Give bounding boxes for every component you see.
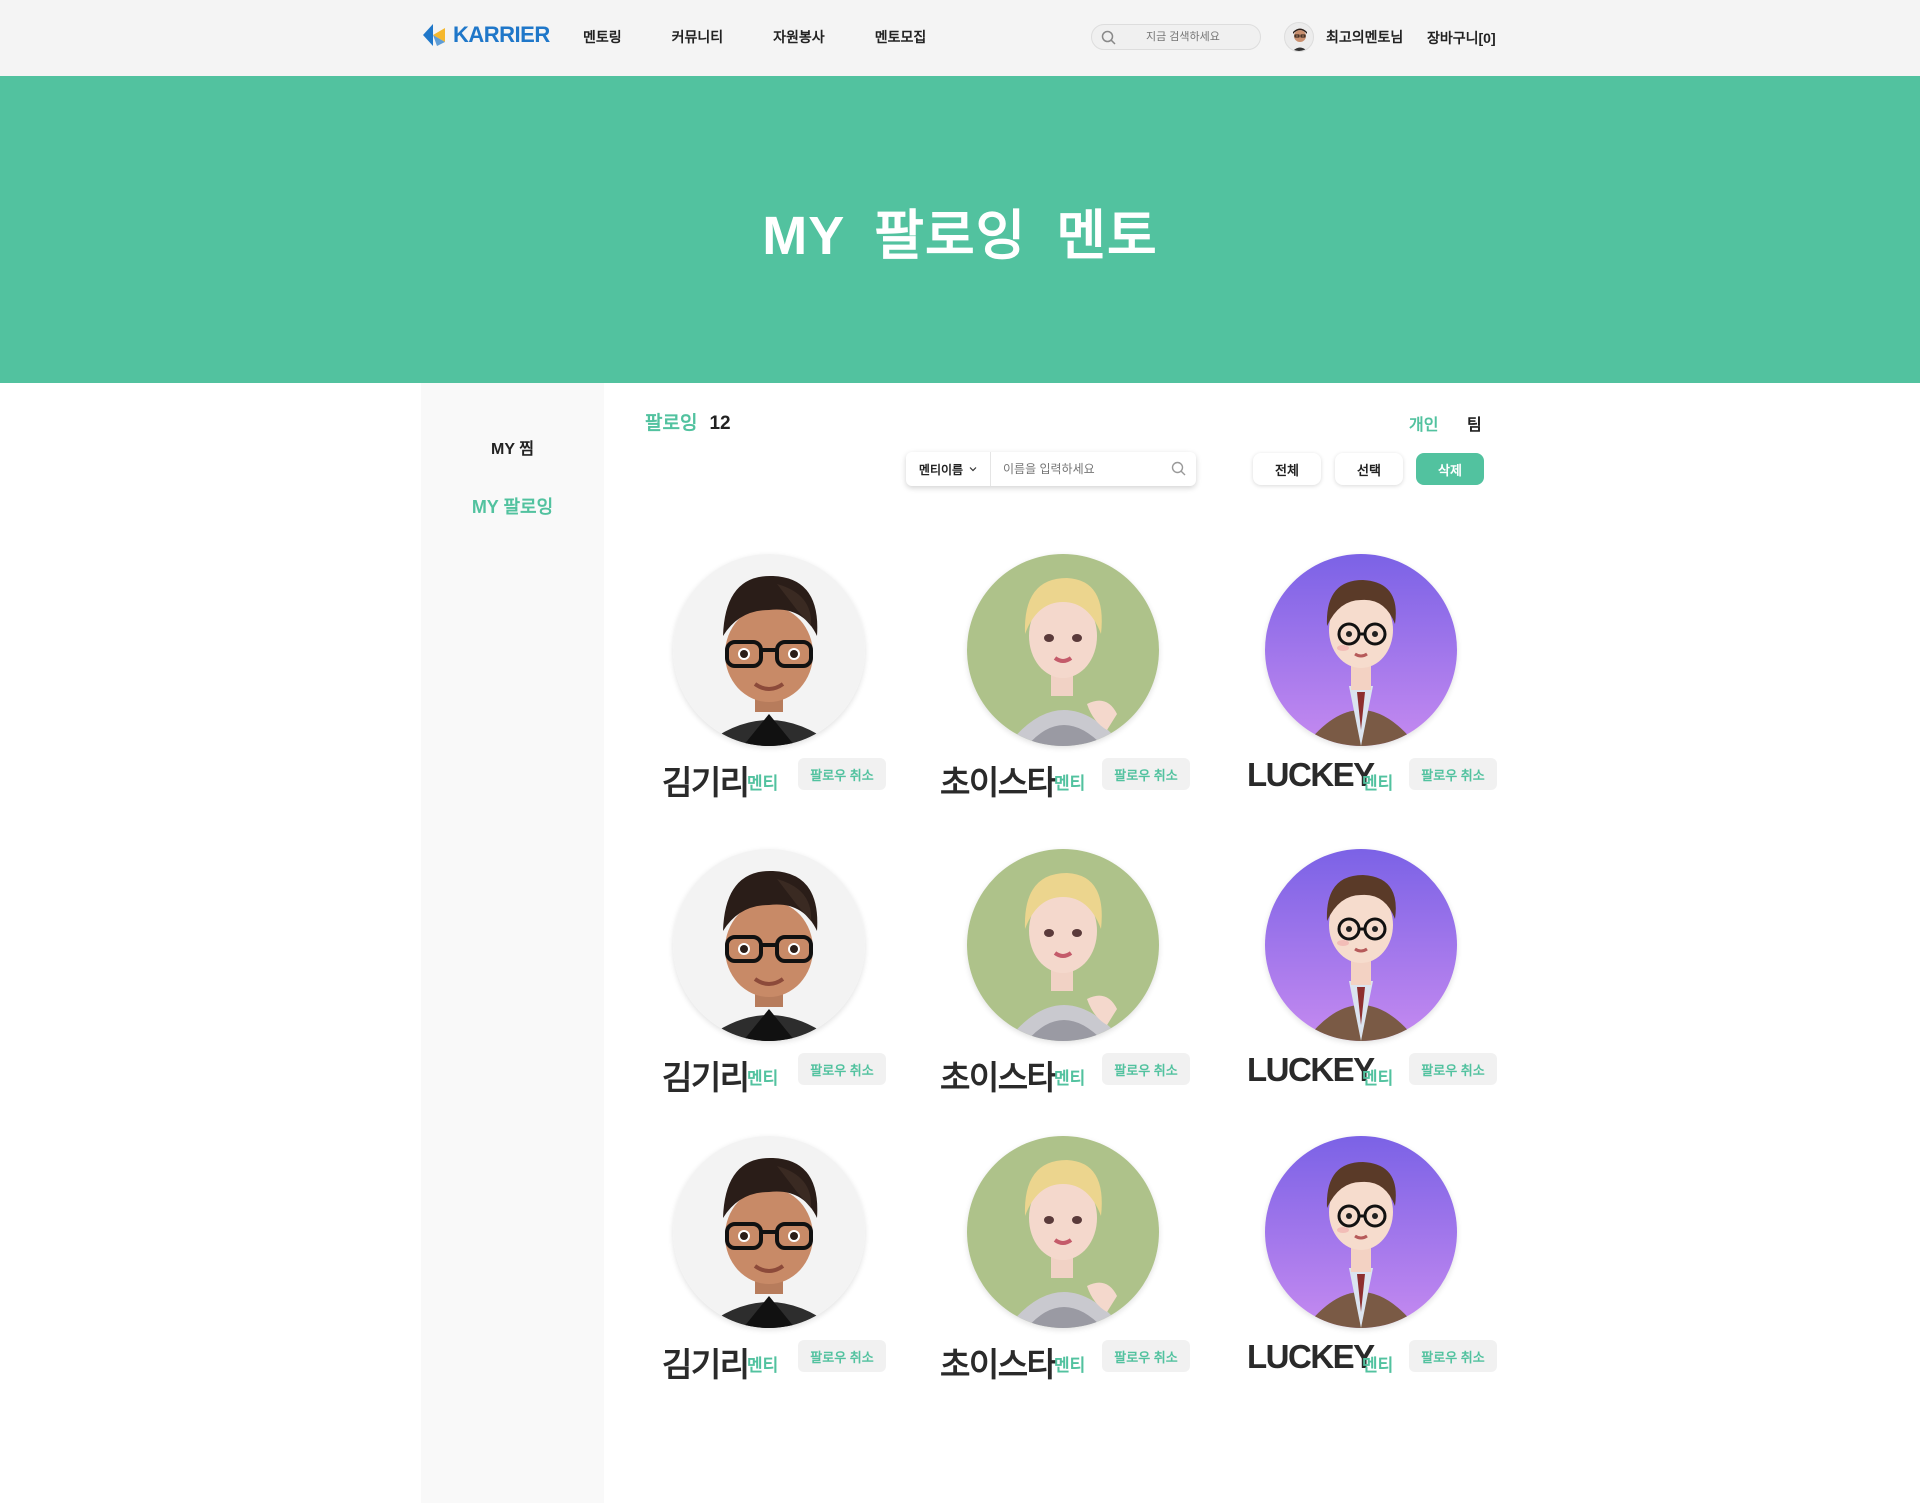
mentee-card[interactable]: 김기리 멘티 팔로우 취소 — [657, 1129, 897, 1383]
unfollow-button[interactable]: 팔로우 취소 — [1102, 1053, 1190, 1085]
mentee-name: LUCKEY — [1247, 756, 1375, 793]
avatar[interactable] — [1265, 1136, 1457, 1328]
mentee-name: 김기리 — [662, 1059, 750, 1096]
hero-banner: MY 팔로잉 멘토 — [0, 76, 1920, 383]
nav-volunteer[interactable]: 자원봉사 — [773, 27, 825, 47]
mentee-name: 초이스타 — [940, 764, 1057, 801]
mentee-name: 초이스타 — [940, 1059, 1057, 1096]
nav-mentor-recruit[interactable]: 멘토모집 — [875, 27, 927, 47]
avatar[interactable] — [967, 554, 1159, 746]
mentee-card[interactable]: LUCKEY 멘티 팔로우 취소 — [1247, 1129, 1502, 1379]
page-title: MY 팔로잉 멘토 — [762, 206, 1158, 266]
top-header: KARRIER 멘토링 커뮤니티 자원봉사 멘토모집 최고의멘토님 장바구니[0… — [0, 0, 1920, 76]
delete-button[interactable]: 삭제 — [1416, 453, 1484, 485]
mentee-name: LUCKEY — [1247, 1051, 1375, 1088]
mentee-role-badge: 멘티 — [1362, 1069, 1394, 1088]
avatar[interactable] — [673, 554, 865, 746]
tab-team[interactable]: 팀 — [1467, 411, 1482, 435]
following-count: 팔로잉 12 — [645, 408, 731, 435]
mentee-role-badge: 멘티 — [1362, 774, 1394, 793]
mentee-role-badge: 멘티 — [1054, 774, 1086, 793]
avatar[interactable] — [673, 1136, 865, 1328]
unfollow-button[interactable]: 팔로우 취소 — [798, 758, 886, 790]
mentee-search: 멘티이름 — [906, 452, 1196, 486]
search-icon — [1171, 461, 1186, 476]
select-all-button[interactable]: 전체 — [1253, 453, 1321, 485]
mentee-search-input[interactable] — [991, 462, 1162, 476]
sidebar: MY 찜 MY 팔로잉 — [421, 383, 604, 1503]
mentee-card[interactable]: 김기리 멘티 팔로우 취소 — [657, 842, 897, 1096]
mentee-name: 초이스타 — [940, 1346, 1057, 1383]
unfollow-button[interactable]: 팔로우 취소 — [1102, 758, 1190, 790]
mentee-card[interactable]: 김기리 멘티 팔로우 취소 — [657, 547, 897, 801]
sidebar-item-my-wishlist[interactable]: MY 찜 — [421, 435, 604, 459]
main-nav: 멘토링 커뮤니티 자원봉사 멘토모집 — [583, 27, 976, 47]
unfollow-button[interactable]: 팔로우 취소 — [798, 1053, 886, 1085]
avatar[interactable] — [967, 1136, 1159, 1328]
cart-link[interactable]: 장바구니[0] — [1427, 28, 1496, 48]
search-icon — [1101, 30, 1116, 45]
mentee-card[interactable]: 초이스타 멘티 팔로우 취소 — [940, 1129, 1194, 1383]
avatar[interactable] — [967, 849, 1159, 1041]
mentee-role-badge: 멘티 — [1362, 1356, 1394, 1375]
user-menu[interactable]: 최고의멘토님 — [1284, 22, 1403, 52]
mentee-role-badge: 멘티 — [747, 774, 779, 793]
mentee-card[interactable]: LUCKEY 멘티 팔로우 취소 — [1247, 842, 1502, 1092]
mentee-name: 김기리 — [662, 764, 750, 801]
mentee-name: LUCKEY — [1247, 1338, 1375, 1375]
nav-community[interactable]: 커뮤니티 — [672, 27, 724, 47]
top-search[interactable] — [1091, 24, 1261, 50]
following-number: 12 — [709, 413, 731, 434]
nav-mentoring[interactable]: 멘토링 — [583, 27, 622, 47]
mentee-name: 김기리 — [662, 1346, 750, 1383]
mentee-role-badge: 멘티 — [747, 1356, 779, 1375]
unfollow-button[interactable]: 팔로우 취소 — [1409, 1053, 1497, 1085]
unfollow-button[interactable]: 팔로우 취소 — [1409, 1340, 1497, 1372]
following-label: 팔로잉 — [645, 413, 698, 434]
mentee-card[interactable]: LUCKEY 멘티 팔로우 취소 — [1247, 547, 1502, 797]
logo-mark-icon — [423, 24, 445, 46]
unfollow-button[interactable]: 팔로우 취소 — [798, 1340, 886, 1372]
avatar[interactable] — [673, 849, 865, 1041]
user-name[interactable]: 최고의멘토님 — [1326, 27, 1403, 47]
unfollow-button[interactable]: 팔로우 취소 — [1409, 758, 1497, 790]
logo[interactable]: KARRIER — [421, 22, 550, 48]
search-type-label: 멘티이름 — [918, 462, 964, 477]
sidebar-item-my-following[interactable]: MY 팔로잉 — [421, 493, 604, 519]
mentee-card[interactable]: 초이스타 멘티 팔로우 취소 — [940, 842, 1194, 1096]
search-type-select[interactable]: 멘티이름 — [906, 452, 991, 486]
search-button[interactable] — [1162, 452, 1196, 486]
unfollow-button[interactable]: 팔로우 취소 — [1102, 1340, 1190, 1372]
avatar[interactable] — [1265, 849, 1457, 1041]
mentee-role-badge: 멘티 — [747, 1069, 779, 1088]
mentee-role-badge: 멘티 — [1054, 1356, 1086, 1375]
avatar[interactable] — [1265, 554, 1457, 746]
chevron-down-icon — [969, 467, 977, 472]
logo-text: KARRIER — [453, 22, 550, 47]
avatar — [1284, 22, 1314, 52]
mentee-card[interactable]: 초이스타 멘티 팔로우 취소 — [940, 547, 1194, 801]
select-button[interactable]: 선택 — [1335, 453, 1403, 485]
tab-personal[interactable]: 개인 — [1409, 411, 1438, 435]
mentee-role-badge: 멘티 — [1054, 1069, 1086, 1088]
